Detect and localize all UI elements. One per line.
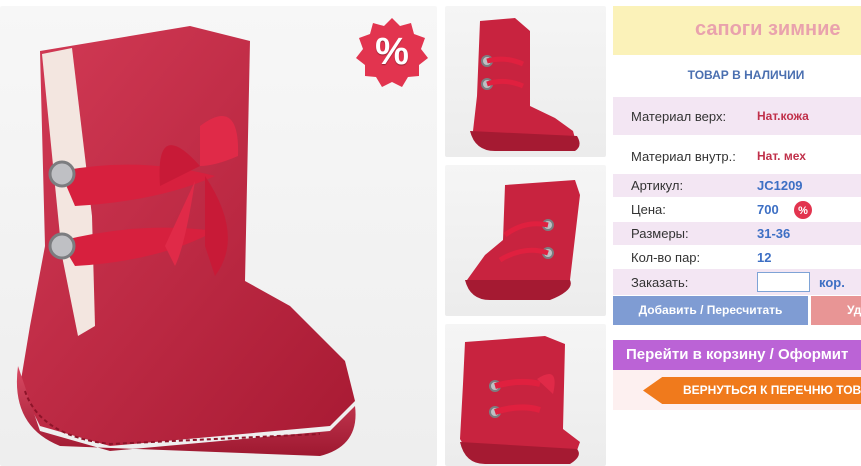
detail-row-price: Цена: 700 % [613,198,861,221]
detail-label: Материал внутр.: [631,149,736,164]
detail-label: Цена: [631,202,666,217]
detail-value: 12 [757,250,772,265]
rhinestone-button-icon [48,232,76,260]
boot-thumbnail-illustration [470,18,580,151]
detail-value: Нат.кожа [757,109,809,123]
order-label: Заказать: [631,275,689,290]
boot-thumbnail-illustration [465,180,580,300]
detail-value: Нат. мех [757,149,806,163]
thumbnail-1[interactable] [445,6,606,157]
delete-button[interactable]: Уд [811,296,861,325]
quantity-input[interactable] [757,272,810,292]
detail-row-pairs: Кол-во пар: 12 [613,246,861,269]
order-row: Заказать: кор. [613,269,861,295]
detail-value: 31-36 [757,226,791,241]
detail-row-material-inner: Материал внутр.: Нат. мех [613,142,861,172]
stock-status: ТОВАР В НАЛИЧИИ [687,68,805,82]
detail-row-material-top: Материал верх: Нат.кожа [613,97,861,135]
go-to-cart-button[interactable]: Перейти в корзину / Оформит [613,340,861,370]
add-recalculate-button[interactable]: Добавить / Пересчитать [613,296,808,325]
detail-label: Артикул: [631,178,684,193]
detail-label: Кол-во пар: [631,250,701,265]
percent-badge-icon: % [794,201,812,219]
quantity-unit: кор. [819,275,845,290]
detail-label: Размеры: [631,226,689,241]
product-title-box: сапоги зимние [613,6,861,55]
detail-value: 700 [757,202,779,217]
boot-thumbnail-illustration [460,336,580,464]
back-to-list-button[interactable]: ВЕРНУТЬСЯ К ПЕРЕЧНЮ ТОВАР [643,377,861,404]
sale-badge-label: % [375,31,409,73]
detail-row-sizes: Размеры: 31-36 [613,222,861,245]
back-button-area: ВЕРНУТЬСЯ К ПЕРЕЧНЮ ТОВАР [613,370,861,410]
detail-row-article: Артикул: JC1209 [613,174,861,197]
sale-percent-badge: % [356,16,428,88]
detail-label: Материал верх: [631,109,727,124]
product-title: сапоги зимние [695,18,841,40]
rhinestone-button-icon [48,160,76,188]
detail-value: JC1209 [757,178,803,193]
thumbnail-2[interactable] [445,165,606,316]
product-page: % сапоги зимние ТОВАР В НАЛИЧИИ Материал… [0,0,861,466]
thumbnail-3[interactable] [445,324,606,466]
product-info-panel: сапоги зимние ТОВАР В НАЛИЧИИ Материал в… [613,6,861,466]
svg-text:%: % [798,205,808,217]
